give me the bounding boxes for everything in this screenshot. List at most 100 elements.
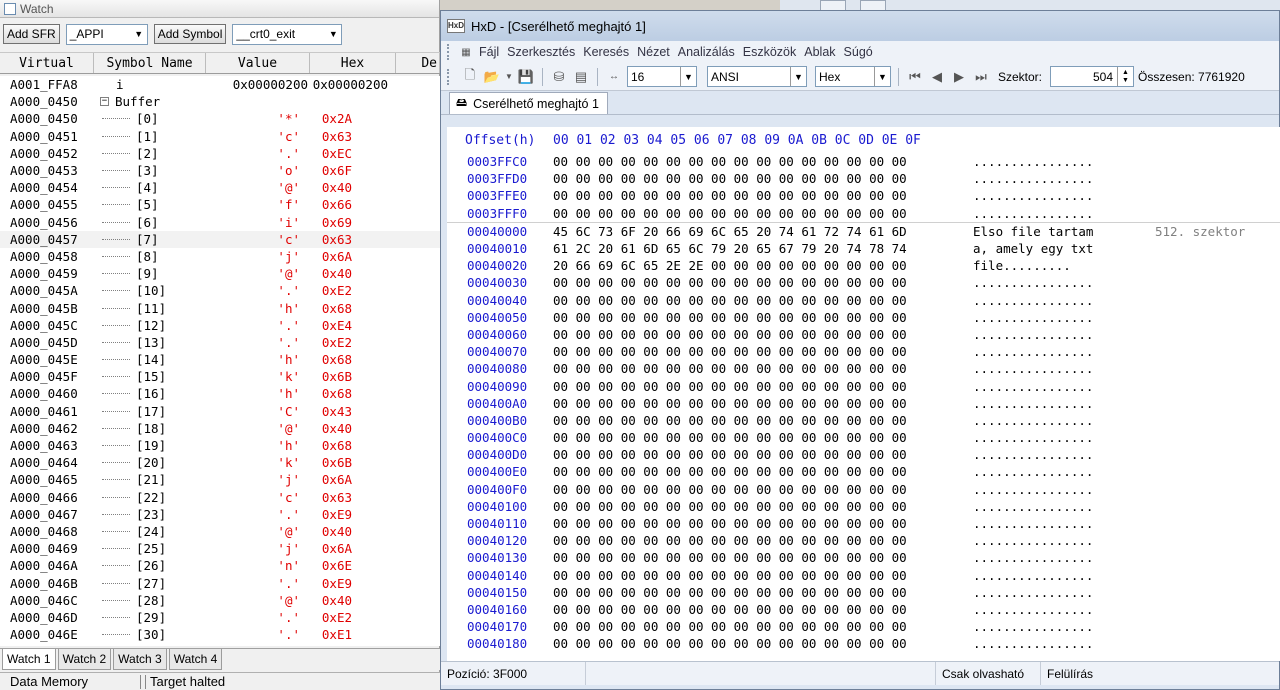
tab-watch-2[interactable]: Watch 2 [57,649,112,670]
tab-watch-4[interactable]: Watch 4 [168,649,223,670]
add-symbol-button[interactable]: Add Symbol [153,24,227,44]
sfr-combo[interactable]: _APPI ▼ [65,23,148,45]
value-cell[interactable]: 'j' [206,472,310,487]
hex-row[interactable]: 00040050 00 00 00 00 00 00 00 00 00 00 00… [447,309,1280,326]
last-sector-icon[interactable]: ⏭ [972,68,990,86]
table-row[interactable]: A000_046A [26] 'n' 0x6E [0,557,440,574]
menu-item-0[interactable]: Fájl [475,45,503,59]
menu-item-7[interactable]: Súgó [840,45,877,59]
hex-row[interactable]: 00040180 00 00 00 00 00 00 00 00 00 00 00… [447,635,1280,652]
table-row[interactable]: A000_0465 [21] 'j' 0x6A [0,471,440,488]
value-cell[interactable]: 'c' [206,232,310,247]
table-row[interactable]: A000_0453 [3] 'o' 0x6F [0,162,440,179]
hex-row[interactable]: 000400B0 00 00 00 00 00 00 00 00 00 00 00… [447,412,1280,429]
tab-watch-3[interactable]: Watch 3 [113,649,167,670]
table-row[interactable]: A000_045E [14] 'h' 0x68 [0,351,440,368]
value-cell[interactable]: '@' [206,266,310,281]
value-cell[interactable]: '@' [206,593,310,608]
table-row[interactable]: A000_0457 [7] 'c' 0x63 [0,230,440,248]
table-row[interactable]: A000_046B [27] '.' 0xE9 [0,574,440,591]
table-row[interactable]: A000_045C [12] '.' 0xE4 [0,317,440,334]
hex-editor[interactable]: Offset(h) 00 01 02 03 04 05 06 07 08 09 … [447,127,1280,661]
previous-sector-icon[interactable]: ◀ [928,68,946,86]
collapse-icon[interactable]: − [100,97,109,107]
data-memory-label[interactable]: Data Memory [0,674,140,689]
table-row[interactable]: A000_0450 − Buffer [0,93,440,110]
value-cell[interactable]: 'C' [206,404,310,419]
table-row[interactable]: A000_0454 [4] '@' 0x40 [0,179,440,196]
display-mode-combo[interactable]: Hex ▼ [815,66,891,87]
value-cell[interactable]: 0x00000200 [206,77,310,92]
first-sector-icon[interactable]: ⏮ [906,68,924,86]
value-cell[interactable]: '.' [206,610,310,625]
chevron-down-icon[interactable]: ▼ [680,67,696,86]
value-cell[interactable]: 'h' [206,438,310,453]
hex-row[interactable]: 00040130 00 00 00 00 00 00 00 00 00 00 00… [447,549,1280,566]
value-cell[interactable]: 'c' [206,129,310,144]
chevron-down-icon[interactable]: ▼ [505,68,513,86]
value-cell[interactable]: 'n' [206,558,310,573]
value-cell[interactable]: '@' [206,421,310,436]
hex-row[interactable]: 00040060 00 00 00 00 00 00 00 00 00 00 00… [447,326,1280,343]
table-row[interactable]: A000_045D [13] '.' 0xE2 [0,334,440,351]
table-row[interactable]: A000_0455 [5] 'f' 0x66 [0,196,440,213]
table-row[interactable]: A000_0467 [23] '.' 0xE9 [0,506,440,523]
tab-removable-drive-1[interactable]: 🖴 Cserélhető meghajtó 1 [449,92,608,114]
hex-row[interactable]: 00040070 00 00 00 00 00 00 00 00 00 00 00… [447,343,1280,360]
hex-row[interactable]: 00040080 00 00 00 00 00 00 00 00 00 00 00… [447,360,1280,377]
value-cell[interactable]: 'j' [206,249,310,264]
save-icon[interactable]: 💾 [517,68,535,86]
hex-row[interactable]: 00040120 00 00 00 00 00 00 00 00 00 00 00… [447,532,1280,549]
next-sector-icon[interactable]: ▶ [950,68,968,86]
chevron-down-icon[interactable]: ▼ [131,25,147,44]
column-header-virtual[interactable]: Virtual [0,53,94,73]
table-row[interactable]: A000_0460 [16] 'h' 0x68 [0,385,440,402]
menu-item-1[interactable]: Szerkesztés [503,45,579,59]
open-folder-icon[interactable]: 📂 [483,68,501,86]
value-cell[interactable]: '.' [206,318,310,333]
sector-spinner[interactable]: 504 ▲ ▼ [1050,66,1135,87]
menu-item-6[interactable]: Ablak [800,45,839,59]
hex-row[interactable]: 0003FFF0 00 00 00 00 00 00 00 00 00 00 00… [447,205,1280,222]
table-row[interactable]: A000_045F [15] 'k' 0x6B [0,368,440,385]
value-cell[interactable]: '.' [206,627,310,642]
table-row[interactable]: A000_0468 [24] '@' 0x40 [0,523,440,540]
hex-row[interactable]: 00040010 61 2C 20 61 6D 65 6C 79 20 65 67… [447,240,1280,257]
charset-combo[interactable]: ANSI ▼ [707,66,807,87]
hex-row[interactable]: 000400A0 00 00 00 00 00 00 00 00 00 00 00… [447,395,1280,412]
chevron-down-icon[interactable]: ▼ [325,25,341,44]
table-row[interactable]: A000_046E [30] '.' 0xE1 [0,626,440,643]
value-cell[interactable]: 'j' [206,541,310,556]
table-row[interactable]: A000_046C [28] '@' 0x40 [0,592,440,609]
value-cell[interactable]: 'h' [206,301,310,316]
menu-item-2[interactable]: Keresés [579,45,633,59]
hex-row[interactable]: 00040170 00 00 00 00 00 00 00 00 00 00 00… [447,618,1280,635]
hex-row[interactable]: 000400C0 00 00 00 00 00 00 00 00 00 00 00… [447,429,1280,446]
value-cell[interactable]: 'h' [206,386,310,401]
open-ram-icon[interactable]: ▤ [572,68,590,86]
value-cell[interactable]: '@' [206,180,310,195]
value-cell[interactable]: 'c' [206,490,310,505]
table-row[interactable]: A000_0469 [25] 'j' 0x6A [0,540,440,557]
table-row[interactable]: A000_0450 [0] '*' 0x2A [0,110,440,127]
hex-row[interactable]: 00040160 00 00 00 00 00 00 00 00 00 00 00… [447,601,1280,618]
toolbar-grip[interactable] [447,44,451,60]
toolbar-grip[interactable] [447,68,451,85]
hex-row[interactable]: 000400D0 00 00 00 00 00 00 00 00 00 00 00… [447,446,1280,463]
open-disk-icon[interactable]: ⛁ [550,68,568,86]
new-file-icon[interactable]: 🗋 [461,67,479,86]
hex-row[interactable]: 0003FFE0 00 00 00 00 00 00 00 00 00 00 00… [447,187,1280,204]
table-row[interactable]: A001_FFA8 i 0x00000200 0x00000200 [0,76,440,93]
hex-row[interactable]: 00040000 45 6C 73 6F 20 66 69 6C 65 20 74… [447,223,1280,240]
table-row[interactable]: A000_045B [11] 'h' 0x68 [0,299,440,316]
value-cell[interactable]: '.' [206,507,310,522]
menu-item-4[interactable]: Analizálás [674,45,739,59]
table-row[interactable]: A000_0462 [18] '@' 0x40 [0,420,440,437]
menu-item-5[interactable]: Eszközök [739,45,801,59]
hex-row[interactable]: 000400E0 00 00 00 00 00 00 00 00 00 00 00… [447,463,1280,480]
tab-watch-1[interactable]: Watch 1 [2,649,56,670]
table-row[interactable]: A000_046D [29] '.' 0xE2 [0,609,440,626]
hex-row[interactable]: 00040100 00 00 00 00 00 00 00 00 00 00 00… [447,498,1280,515]
table-row[interactable]: A000_045A [10] '.' 0xE2 [0,282,440,299]
table-row[interactable]: A000_0451 [1] 'c' 0x63 [0,128,440,145]
